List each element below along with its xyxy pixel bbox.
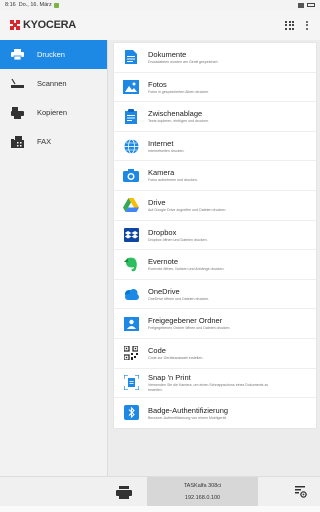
- item-title: Snap 'n Print: [148, 373, 191, 383]
- item-description: Auf Google Drive zugreifen und Dateien d…: [148, 208, 227, 213]
- sidebar-item-label: Kopieren: [37, 108, 68, 117]
- kyocera-logo-mark-icon: [10, 20, 20, 30]
- item-title: Dokumente: [148, 50, 187, 60]
- globe-icon: [114, 138, 148, 154]
- item-description: Benutzer-Authentifizierung von einem Mob…: [148, 415, 227, 420]
- sidebar-item-label: Drucken: [37, 50, 65, 59]
- item-description: Dropbox öffnen und Dateien drucken.: [148, 237, 208, 242]
- item-description: Texte kopieren, einfügen und drucken.: [148, 119, 209, 124]
- list-item-fotos[interactable]: Fotos Fotos in gespeicherten Alben druck…: [114, 73, 316, 103]
- sidebar-item-label: Scannen: [37, 79, 67, 88]
- sidebar-item-fax[interactable]: FAX: [0, 127, 107, 156]
- snap-print-icon: [114, 375, 148, 391]
- sidebar-item-kopieren[interactable]: Kopieren: [0, 98, 107, 127]
- item-title: Evernote: [148, 257, 179, 267]
- item-description: Fotos in gespeicherten Alben drucken.: [148, 89, 210, 94]
- device-name: TASKalfa 308ci: [183, 483, 222, 489]
- onedrive-icon: [114, 288, 148, 300]
- item-description: Code zur Geräteauswahl erstellen.: [148, 355, 204, 360]
- battery-icon: [307, 3, 315, 7]
- item-description: Evernote öffnen, Notizen und Anhänge dru…: [148, 267, 225, 272]
- scanner-icon: [10, 78, 24, 90]
- list-item-freigegebener-ordner[interactable]: Freigegebener Ordner Freigegebenen Ordne…: [114, 309, 316, 339]
- item-title: Fotos: [148, 79, 167, 89]
- logo-text: KYOCERA: [23, 19, 76, 31]
- qr-code-icon: [114, 346, 148, 361]
- item-title: Dropbox: [148, 227, 177, 237]
- item-description: Fotos aufnehmen und drucken.: [148, 178, 198, 183]
- photo-icon: [114, 79, 148, 94]
- list-item-internet[interactable]: Internet Internetseiten drucken.: [114, 132, 316, 162]
- device-settings-icon: [295, 486, 307, 498]
- status-date: Do., 16. März: [18, 2, 52, 8]
- dropbox-icon: [114, 227, 148, 242]
- kyocera-logo: KYOCERA: [10, 19, 76, 31]
- badge-auth-icon: [114, 405, 148, 421]
- list-item-snap-n-print[interactable]: Snap 'n Print Verwenden Sie die Kamera, …: [114, 369, 316, 399]
- item-title: Drive: [148, 198, 166, 208]
- list-item-evernote[interactable]: Evernote Evernote öffnen, Notizen und An…: [114, 250, 316, 280]
- list-item-kamera[interactable]: Kamera Fotos aufnehmen und drucken.: [114, 161, 316, 191]
- selected-device-panel[interactable]: TASKalfa 308ci 192.168.0.100: [147, 477, 258, 506]
- wifi-icon: [298, 2, 304, 8]
- status-time: 8:16: [5, 2, 16, 8]
- sidebar: Drucken Scannen Kopieren FAX: [0, 40, 108, 476]
- sidebar-item-scannen[interactable]: Scannen: [0, 69, 107, 98]
- list-item-code[interactable]: Code Code zur Geräteauswahl erstellen.: [114, 339, 316, 369]
- list-item-badge-authentifizierung[interactable]: Badge-Authentifizierung Benutzer-Authent…: [114, 398, 316, 428]
- print-options-panel: Dokumente Druckdateien wurden am Gerät g…: [108, 40, 320, 476]
- sidebar-item-drucken[interactable]: Drucken: [0, 40, 107, 69]
- list-item-dokumente[interactable]: Dokumente Druckdateien wurden am Gerät g…: [114, 43, 316, 73]
- system-navigation-bar: [0, 506, 320, 512]
- device-ip: 192.168.0.100: [184, 495, 221, 501]
- status-bar: 8:16 Do., 16. März: [0, 0, 320, 10]
- apps-grid-icon[interactable]: [285, 20, 294, 30]
- item-description: Freigegebenen Ordner öffnen und Dateien …: [148, 326, 231, 331]
- item-title: Kamera: [148, 168, 175, 178]
- list-item-zwischenablage[interactable]: Zwischenablage Texte kopieren, einfügen …: [114, 102, 316, 132]
- item-description-continued: erstellen.: [148, 387, 163, 392]
- print-options-list: Dokumente Druckdateien wurden am Gerät g…: [114, 43, 316, 428]
- item-title: Code: [148, 345, 166, 355]
- notification-icon: [53, 2, 59, 8]
- item-title: Zwischenablage: [148, 109, 203, 119]
- item-title: Internet: [148, 138, 174, 148]
- item-title: OneDrive: [148, 286, 180, 296]
- device-bar: TASKalfa 308ci 192.168.0.100: [0, 476, 320, 506]
- copy-icon: [10, 106, 24, 119]
- clipboard-icon: [114, 108, 148, 124]
- item-description: OneDrive öffnen und Dateien drucken.: [148, 296, 210, 301]
- camera-icon: [114, 169, 148, 183]
- evernote-icon: [114, 257, 148, 272]
- item-description: Druckdateien wurden am Gerät gespeichert…: [148, 60, 219, 65]
- item-title: Badge-Authentifizierung: [148, 405, 229, 415]
- app-header: KYOCERA: [0, 10, 320, 40]
- item-title: Freigegebener Ordner: [148, 316, 223, 326]
- item-description: Internetseiten drucken.: [148, 148, 185, 153]
- printer-icon: [116, 485, 132, 499]
- printer-device-button[interactable]: [112, 483, 136, 501]
- list-item-dropbox[interactable]: Dropbox Dropbox öffnen und Dateien druck…: [114, 221, 316, 251]
- document-icon: [114, 50, 148, 65]
- fax-icon: [10, 135, 24, 148]
- list-item-onedrive[interactable]: OneDrive OneDrive öffnen und Dateien dru…: [114, 280, 316, 310]
- google-drive-icon: [114, 198, 148, 213]
- device-settings-button[interactable]: [294, 485, 308, 499]
- sidebar-item-label: FAX: [37, 137, 52, 146]
- list-item-drive[interactable]: Drive Auf Google Drive zugreifen und Dat…: [114, 191, 316, 221]
- shared-folder-icon: [114, 316, 148, 331]
- printer-icon: [10, 49, 24, 61]
- more-options-icon[interactable]: [304, 20, 310, 30]
